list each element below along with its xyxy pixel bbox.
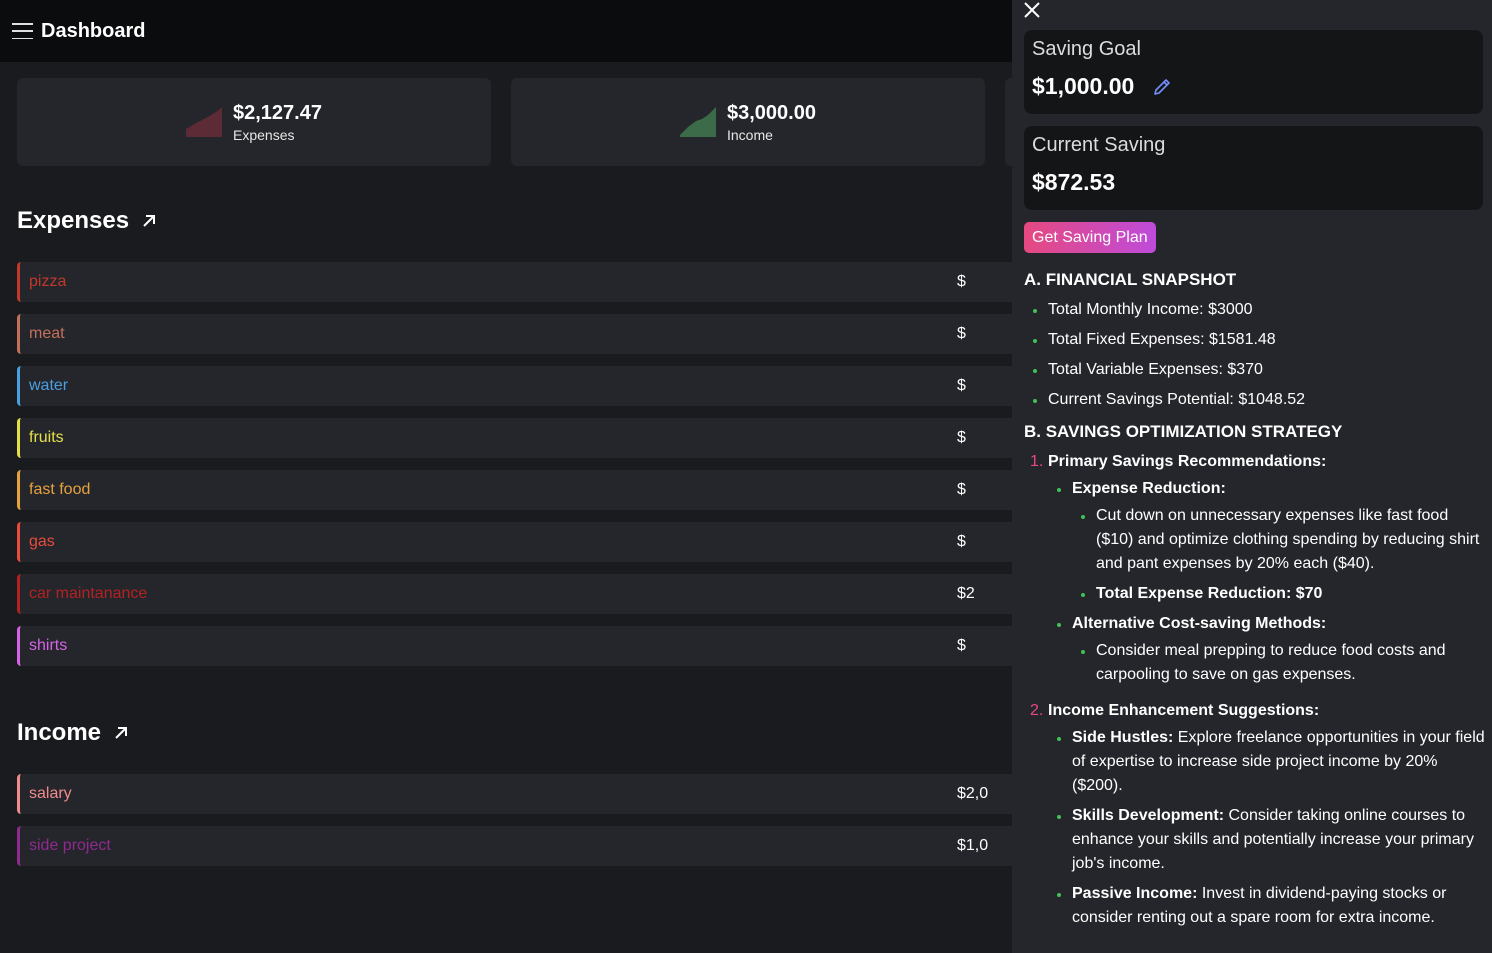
saving-drawer: Saving Goal $1,000.00 Current Saving $87… [1012, 0, 1492, 953]
strategy-heading: B. SAVINGS OPTIMIZATION STRATEGY [1024, 422, 1343, 441]
strategy-item-2: 2. Income Enhancement Suggestions: Side … [1024, 699, 1486, 930]
current-saving-box: Current Saving $872.53 [1024, 126, 1483, 210]
income-section-title[interactable]: Income [17, 719, 129, 747]
list-item: Expense Reduction: Cut down on unnecessa… [1048, 477, 1486, 606]
get-saving-plan-button[interactable]: Get Saving Plan [1024, 222, 1156, 253]
income-card[interactable]: $3,000.00 Income [511, 78, 985, 166]
summary-cards: $2,127.47 Expenses $3,000.00 Income [17, 78, 1012, 166]
expense-value: $ [957, 481, 966, 498]
expense-value: $ [957, 325, 966, 342]
arrow-up-right-icon [143, 215, 156, 227]
expense-row-car-maintanance[interactable]: car maintanance $2 [17, 574, 1012, 614]
top-bar: Dashboard [0, 0, 1012, 62]
expenses-card[interactable]: $2,127.47 Expenses [17, 78, 491, 166]
income-heading: Income [17, 719, 102, 746]
saving-goal-label: Saving Goal [1032, 38, 1141, 60]
list-item: Consider meal prepping to reduce food co… [1072, 639, 1486, 687]
expenses-amount: $2,127.47 [233, 102, 322, 124]
income-value: $1,0 [957, 837, 989, 854]
menu-icon[interactable] [12, 23, 33, 39]
current-saving-value: $872.53 [1032, 169, 1116, 195]
expense-row-pizza[interactable]: pizza $ [17, 262, 1012, 302]
income-name: salary [29, 785, 72, 802]
sub-title: Alternative Cost-saving Methods: [1072, 615, 1327, 632]
saving-goal-value: $1,000.00 [1032, 73, 1135, 99]
list-item: Passive Income: Invest in dividend-payin… [1048, 882, 1486, 930]
expense-row-meat[interactable]: meat $ [17, 314, 1012, 354]
expense-name: car maintanance [29, 585, 148, 602]
income-name: side project [29, 837, 111, 854]
list-item: Total Monthly Income: $3000 [1024, 298, 1486, 322]
close-icon[interactable] [1022, 0, 1042, 20]
sub-title: Side Hustles: [1072, 729, 1174, 746]
arrow-up-right-icon [115, 727, 128, 739]
expense-row-gas[interactable]: gas $ [17, 522, 1012, 562]
expense-name: fruits [29, 429, 64, 446]
income-value: $2,0 [957, 785, 989, 802]
income-label: Income [727, 127, 773, 143]
list-item: Side Hustles: Explore freelance opportun… [1048, 726, 1486, 798]
list-item: Total Fixed Expenses: $1581.48 [1024, 328, 1486, 352]
expense-row-fruits[interactable]: fruits $ [17, 418, 1012, 458]
expense-name: gas [29, 533, 55, 550]
list-item: Current Savings Potential: $1048.52 [1024, 388, 1486, 412]
saving-goal-box: Saving Goal $1,000.00 [1024, 30, 1483, 114]
item-number: 2. [1030, 702, 1044, 719]
snapshot-list: Total Monthly Income: $3000 Total Fixed … [1024, 298, 1486, 412]
list-item: Total Variable Expenses: $370 [1024, 358, 1486, 382]
current-saving-label: Current Saving [1032, 134, 1166, 156]
expense-value: $ [957, 273, 966, 290]
expenses-label: Expenses [233, 127, 295, 143]
sub-title: Skills Development: [1072, 807, 1225, 824]
list-item: Total Expense Reduction: $70 [1072, 582, 1486, 606]
item-title: Primary Savings Recommendations: [1048, 453, 1327, 470]
expense-value: $ [957, 377, 966, 394]
income-row-salary[interactable]: salary $2,0 [17, 774, 1012, 814]
expense-value: $ [957, 429, 966, 446]
sub-title: Expense Reduction: [1072, 480, 1226, 497]
third-card[interactable] [1005, 78, 1012, 166]
main-content: $2,127.47 Expenses $3,000.00 Income Expe… [0, 62, 1012, 953]
expense-name: fast food [29, 481, 91, 498]
expense-name: meat [29, 325, 65, 342]
expense-name: pizza [29, 273, 67, 290]
expense-row-water[interactable]: water $ [17, 366, 1012, 406]
pencil-icon[interactable] [1152, 77, 1172, 97]
list-item: Skills Development: Consider taking onli… [1048, 804, 1486, 876]
expenses-section-title[interactable]: Expenses [17, 207, 157, 235]
expenses-list: pizza $ meat $ water $ fruits $ fast foo… [17, 262, 1012, 678]
item-number: 1. [1030, 453, 1044, 470]
list-item: Alternative Cost-saving Methods: Conside… [1048, 612, 1486, 687]
item-title: Income Enhancement Suggestions: [1048, 702, 1320, 719]
page-title: Dashboard [41, 19, 146, 42]
expense-name: shirts [29, 637, 68, 654]
expenses-sparkline-icon [186, 107, 222, 137]
expense-value: $2 [957, 585, 975, 602]
income-row-side-project[interactable]: side project $1,0 [17, 826, 1012, 866]
income-sparkline-icon [680, 107, 716, 137]
income-amount: $3,000.00 [727, 102, 816, 124]
financial-snapshot-heading: A. FINANCIAL SNAPSHOT [1024, 270, 1237, 289]
sub-total: Total Expense Reduction: $70 [1096, 585, 1323, 602]
expenses-heading: Expenses [17, 207, 130, 234]
expense-name: water [29, 377, 69, 394]
strategy-item-1: 1. Primary Savings Recommendations: Expe… [1024, 450, 1486, 687]
income-list: salary $2,0 side project $1,0 [17, 774, 1012, 878]
expense-value: $ [957, 533, 966, 550]
list-item: Cut down on unnecessary expenses like fa… [1072, 504, 1486, 576]
expense-row-shirts[interactable]: shirts $ [17, 626, 1012, 666]
expense-row-fast-food[interactable]: fast food $ [17, 470, 1012, 510]
saving-plan-content: A. FINANCIAL SNAPSHOT Total Monthly Inco… [1024, 268, 1486, 942]
expense-value: $ [957, 637, 966, 654]
sub-title: Passive Income: [1072, 885, 1198, 902]
